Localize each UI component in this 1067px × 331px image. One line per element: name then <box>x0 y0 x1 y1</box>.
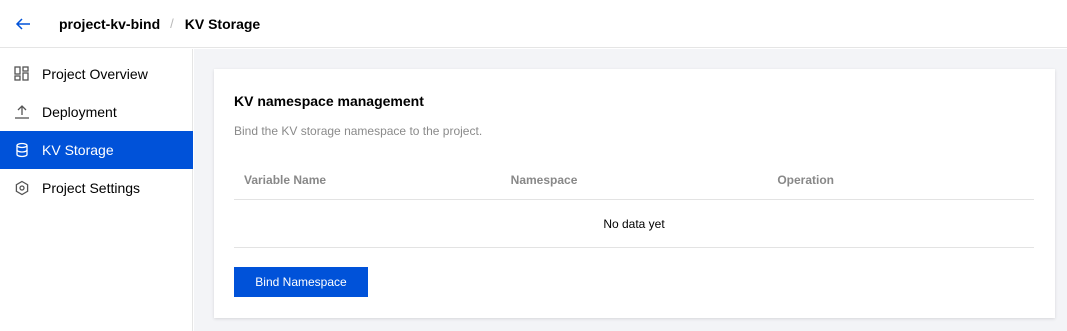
table-empty-state: No data yet <box>234 200 1034 248</box>
upload-icon <box>13 103 31 121</box>
sidebar: Project Overview Deployment KV Storage P… <box>0 49 193 331</box>
sidebar-item-label: Project Overview <box>42 66 148 82</box>
bind-namespace-button[interactable]: Bind Namespace <box>234 267 368 297</box>
sidebar-item-project-overview[interactable]: Project Overview <box>0 55 193 93</box>
sidebar-item-kv-storage[interactable]: KV Storage <box>0 131 193 169</box>
sidebar-item-project-settings[interactable]: Project Settings <box>0 169 193 207</box>
sidebar-item-label: Project Settings <box>42 180 141 196</box>
page-title: KV Storage <box>184 15 261 32</box>
breadcrumb-project[interactable]: project-kv-bind <box>59 16 160 32</box>
settings-icon <box>13 179 31 197</box>
dashboard-icon <box>13 65 31 83</box>
sidebar-item-label: KV Storage <box>42 142 114 158</box>
kv-namespace-card: KV namespace management Bind the KV stor… <box>214 69 1055 318</box>
namespace-table: Variable Name Namespace Operation No dat… <box>234 160 1034 248</box>
sidebar-item-label: Deployment <box>42 104 117 120</box>
column-header-operation: Operation <box>777 172 835 187</box>
arrow-left-icon <box>15 17 30 30</box>
database-icon <box>13 141 31 159</box>
column-header-namespace: Namespace <box>510 172 578 187</box>
table-header: Variable Name Namespace Operation <box>234 160 1034 200</box>
back-button[interactable] <box>12 13 34 35</box>
sidebar-item-deployment[interactable]: Deployment <box>0 93 193 131</box>
breadcrumb-separator: / <box>170 16 174 31</box>
top-bar: project-kv-bind / KV Storage <box>0 0 1067 48</box>
column-header-variable-name: Variable Name <box>244 172 327 187</box>
card-title: KV namespace management <box>234 93 424 109</box>
main-content: KV namespace management Bind the KV stor… <box>194 49 1067 331</box>
card-description: Bind the KV storage namespace to the pro… <box>234 124 483 138</box>
